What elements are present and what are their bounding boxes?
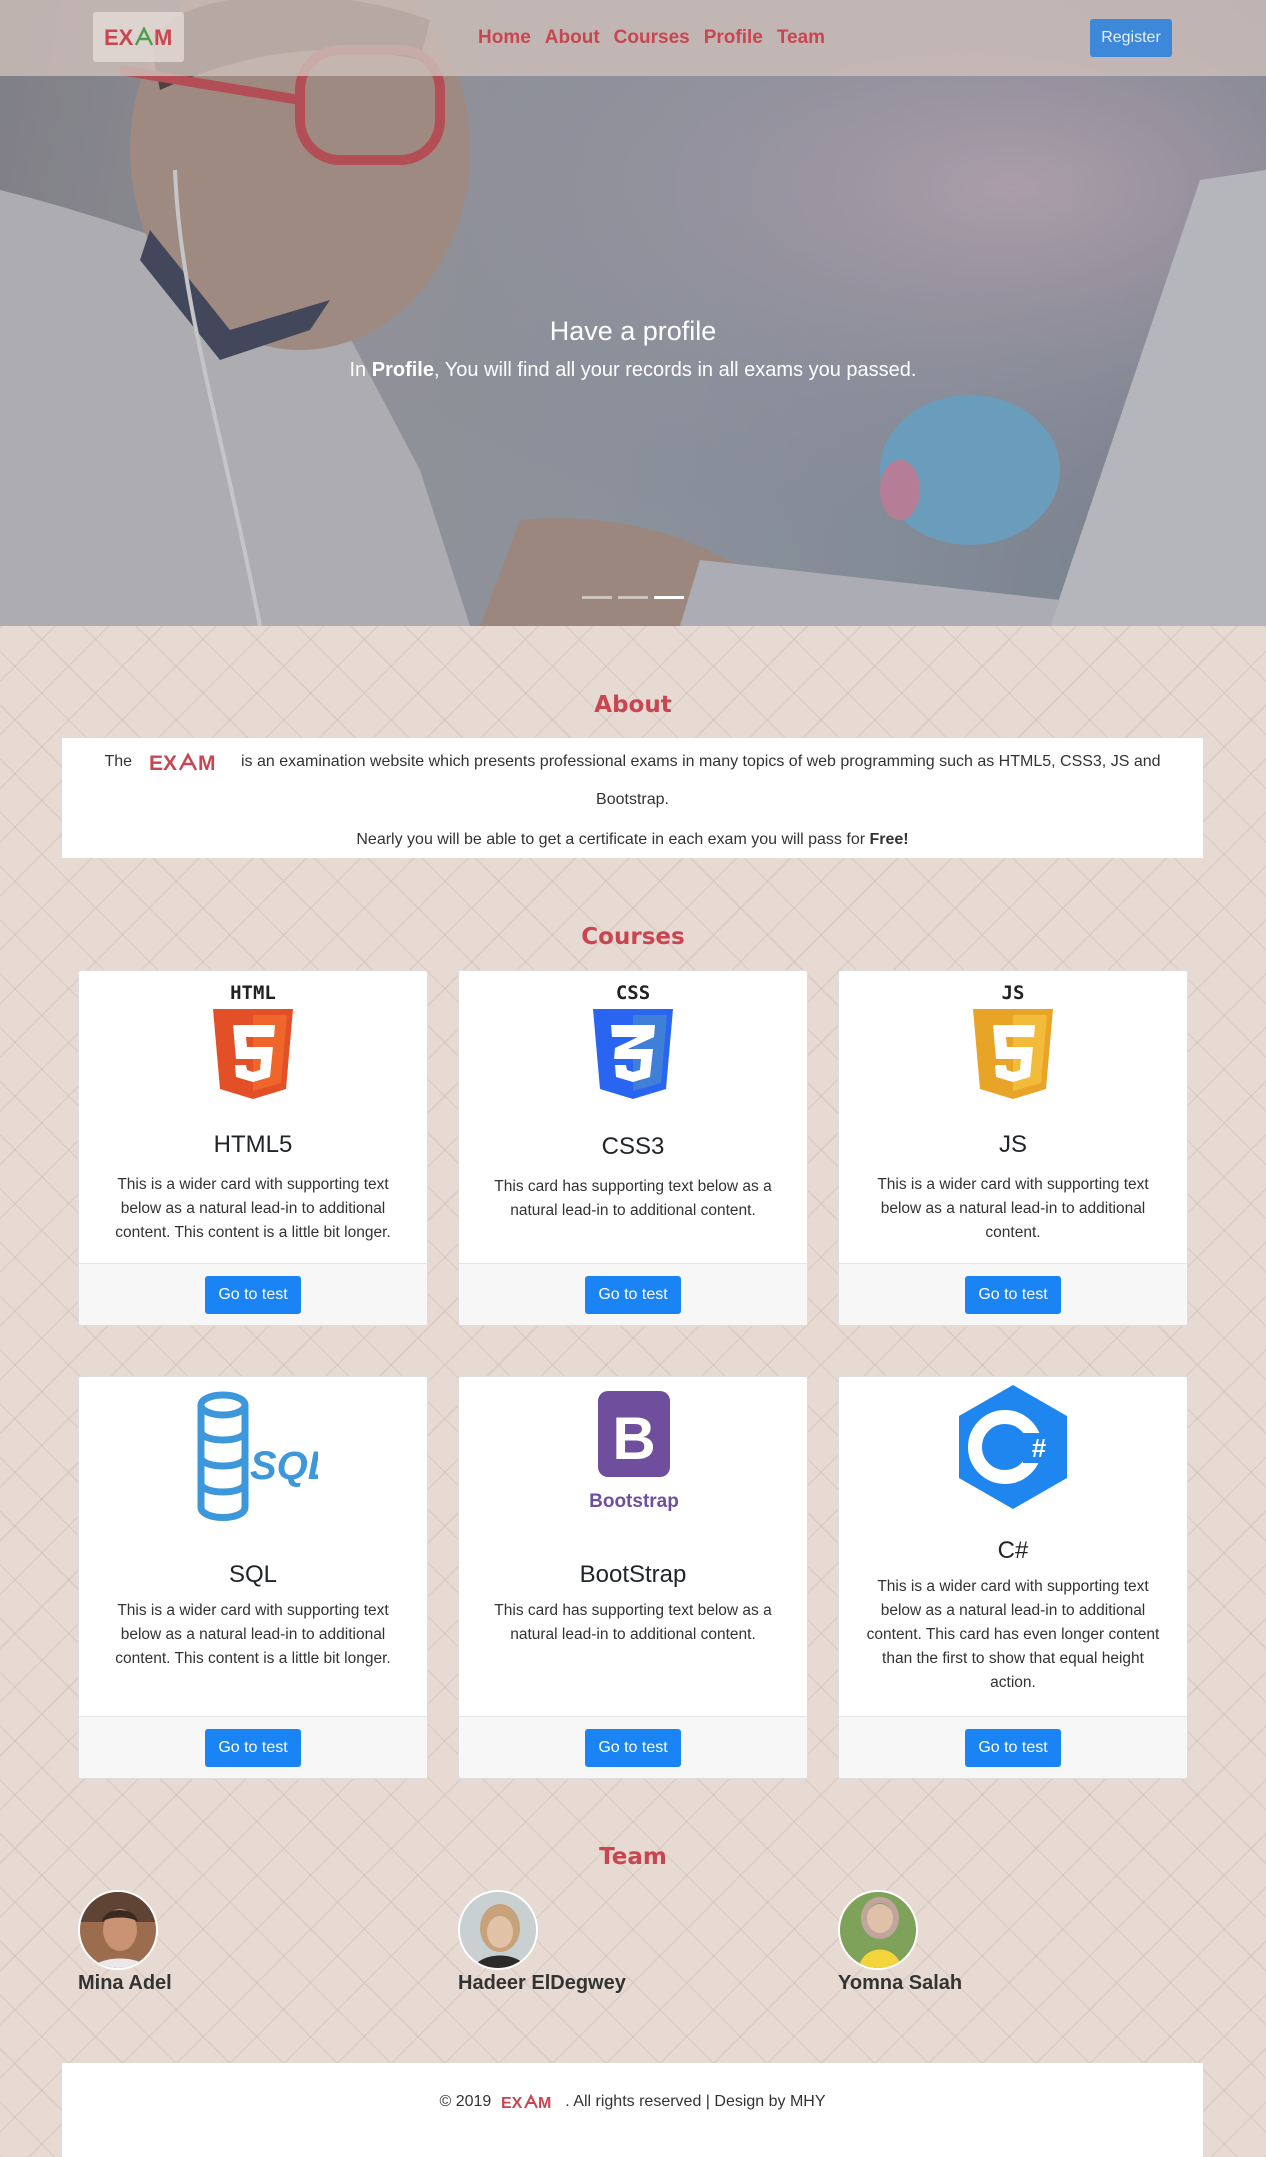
svg-text:EX: EX (104, 25, 134, 49)
go-to-test-button[interactable]: Go to test (965, 1276, 1061, 1314)
css3-logo-icon: CSS (459, 981, 807, 1101)
footer: © 2019 EX M . All rights reserved | Desi… (62, 2063, 1203, 2157)
card-text: This card has supporting text below as a… (494, 1602, 772, 1643)
team-title: Team (599, 1844, 667, 1870)
nav-profile[interactable]: Profile (704, 27, 763, 49)
member-name: Yomna Salah (838, 1972, 963, 1994)
brand-logo[interactable]: EX M (93, 12, 184, 62)
bootstrap-logo-icon: B Bootstrap (459, 1391, 807, 1521)
hero-text: In Profile, You will find all your recor… (0, 359, 1266, 382)
member-name: Hadeer ElDegwey (458, 1972, 626, 1994)
svg-text:M: M (538, 2095, 551, 2111)
svg-text:CSS: CSS (616, 982, 650, 1004)
team-member: Yomna Salah (838, 1890, 962, 1995)
footer-copyright: © 2019 EX M . All rights reserved | Desi… (62, 2093, 1203, 2111)
avatar (458, 1890, 538, 1970)
course-card-js: JS JS This is a wider card with supporti… (838, 970, 1188, 1326)
card-text: This card has supporting text below as a… (494, 1178, 772, 1219)
sql-logo-icon: SQL (79, 1387, 427, 1527)
footer-prefix: © 2019 (439, 2093, 492, 2110)
svg-text:HTML: HTML (230, 982, 276, 1004)
card-footer: Go to test (839, 1263, 1187, 1325)
hero-text-prefix: In (349, 359, 372, 381)
go-to-test-button[interactable]: Go to test (585, 1276, 681, 1314)
svg-text:B: B (612, 1405, 655, 1472)
avatar (78, 1890, 158, 1970)
hero-title: Have a profile (549, 316, 717, 346)
navbar: EX M Home About Courses Profile Team Reg… (0, 0, 1266, 76)
avatar (838, 1890, 918, 1970)
nav-menu: Home About Courses Profile Team (478, 0, 839, 76)
hero-overlay (0, 0, 1266, 626)
courses-title: Courses (581, 924, 685, 950)
svg-text:#: # (1032, 1433, 1047, 1463)
carousel-indicator[interactable] (618, 596, 648, 599)
about-box: The EX M is an examination website which… (62, 738, 1203, 858)
about-line1: The EX M is an examination website which… (62, 751, 1203, 773)
card-footer: Go to test (459, 1716, 807, 1778)
card-text: This is a wider card with supporting tex… (877, 1176, 1149, 1241)
go-to-test-button[interactable]: Go to test (205, 1276, 301, 1314)
team-member: Mina Adel (78, 1890, 172, 1995)
course-card-bootstrap: B Bootstrap BootStrap This card has supp… (458, 1376, 808, 1779)
about-title: About (594, 692, 672, 718)
csharp-logo-icon: # (839, 1383, 1187, 1513)
exam-logo-icon: EX M (149, 752, 216, 773)
card-title: HTML5 (213, 1131, 293, 1158)
svg-text:Bootstrap: Bootstrap (589, 1491, 679, 1512)
course-card-sql: SQL SQL This is a wider card with suppor… (78, 1376, 428, 1779)
about-line1-prefix: The (104, 753, 133, 771)
card-title: C# (997, 1537, 1029, 1564)
card-footer: Go to test (79, 1716, 427, 1778)
html5-logo-icon: HTML (79, 981, 427, 1101)
exam-logo-icon: EX M (104, 25, 172, 49)
nav-home[interactable]: Home (478, 27, 531, 49)
carousel-indicator[interactable] (582, 596, 612, 599)
about-line3-prefix: Nearly you will be able to get a certifi… (356, 831, 870, 848)
card-title: SQL (228, 1561, 278, 1588)
svg-text:M: M (198, 752, 216, 773)
card-title: JS (998, 1131, 1027, 1158)
hero-carousel: Have a profile In Profile, You will find… (0, 0, 1266, 626)
card-title: CSS3 (601, 1133, 665, 1160)
course-card-csharp: # C# This is a wider card with supportin… (838, 1376, 1188, 1779)
about-line3: Nearly you will be able to get a certifi… (62, 831, 1203, 849)
carousel-indicators (582, 596, 690, 599)
hero-text-suffix: , You will find all your records in all … (434, 359, 917, 381)
js-logo-icon: JS (839, 981, 1187, 1101)
exam-logo-icon: EX M (501, 2093, 552, 2111)
nav-about[interactable]: About (545, 27, 600, 49)
hero-text-bold: Profile (371, 359, 434, 381)
svg-text:EX: EX (149, 752, 177, 773)
card-footer: Go to test (839, 1716, 1187, 1778)
nav-courses[interactable]: Courses (614, 27, 690, 49)
course-card-html5: HTML HTML5 This is a wider card with sup… (78, 970, 428, 1326)
footer-suffix: . All rights reserved | Design by MHY (565, 2093, 826, 2110)
about-line2: Bootstrap. (596, 791, 669, 808)
card-text: This is a wider card with supporting tex… (866, 1578, 1160, 1691)
card-footer: Go to test (79, 1263, 427, 1325)
about-line1-suffix: is an examination website which presents… (240, 753, 1161, 771)
team-member: Hadeer ElDegwey (458, 1890, 626, 1995)
about-line3-bold: Free! (869, 831, 909, 848)
hero-caption: Have a profile In Profile, You will find… (0, 316, 1266, 382)
go-to-test-button[interactable]: Go to test (965, 1729, 1061, 1767)
course-card-css3: CSS CSS3 This card has supporting text b… (458, 970, 808, 1326)
carousel-indicator-active[interactable] (654, 596, 684, 599)
svg-text:M: M (154, 25, 172, 49)
go-to-test-button[interactable]: Go to test (205, 1729, 301, 1767)
member-name: Mina Adel (78, 1972, 172, 1994)
card-title: BootStrap (579, 1561, 687, 1588)
card-footer: Go to test (459, 1263, 807, 1325)
svg-text:EX: EX (501, 2095, 523, 2111)
svg-text:JS: JS (1002, 982, 1025, 1004)
svg-text:SQL: SQL (250, 1444, 318, 1488)
go-to-test-button[interactable]: Go to test (585, 1729, 681, 1767)
register-button[interactable]: Register (1090, 19, 1172, 57)
card-text: This is a wider card with supporting tex… (115, 1602, 391, 1667)
nav-team[interactable]: Team (777, 27, 825, 49)
card-text: This is a wider card with supporting tex… (115, 1176, 391, 1241)
